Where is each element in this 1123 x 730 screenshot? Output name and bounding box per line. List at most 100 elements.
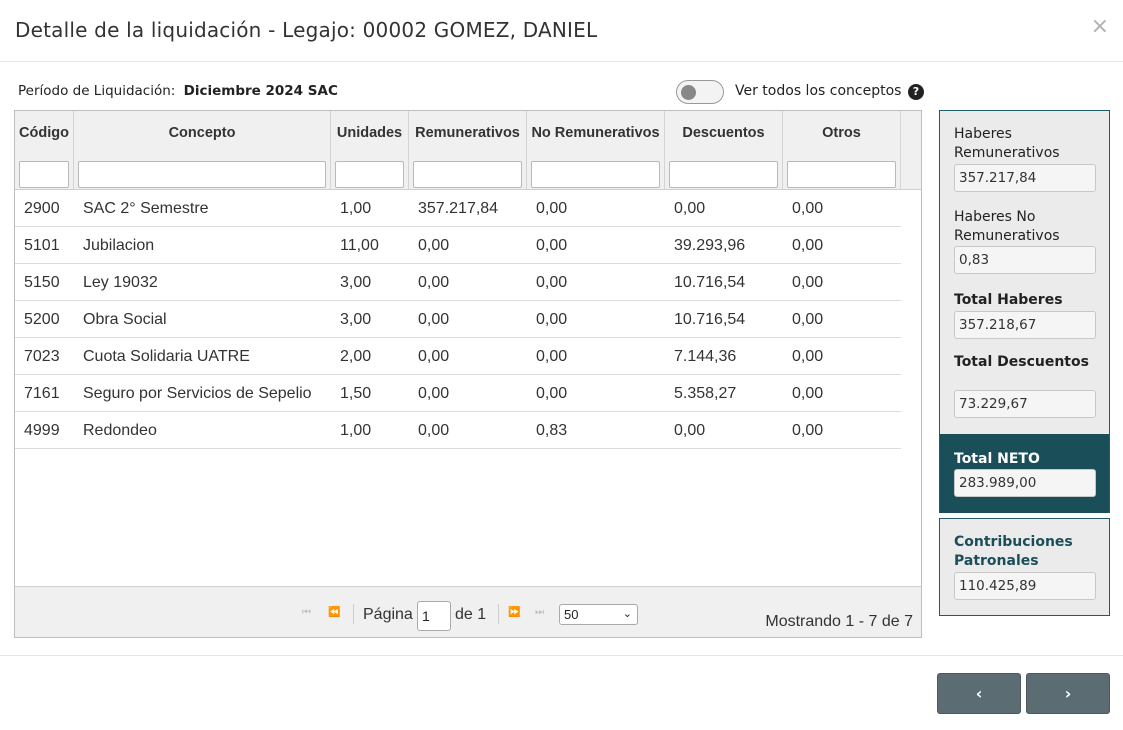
cell-no-remunerativos: 0,83 [536, 422, 568, 439]
filter-concepto-input[interactable] [78, 161, 326, 188]
cell-otros: 0,00 [792, 237, 824, 254]
cell-unidades: 3,00 [340, 311, 372, 328]
total-descuentos-field: 73.229,67 [954, 390, 1096, 418]
column-concepto[interactable]: Concepto [74, 111, 331, 190]
cell-unidades: 1,00 [340, 422, 372, 439]
cell-descuentos: 39.293,96 [674, 237, 746, 254]
table-row[interactable]: 5101 Jubilacion 11,00 0,00 0,00 39.293,9… [15, 227, 901, 264]
contribuciones-field: 110.425,89 [954, 572, 1096, 600]
totals-panel: Haberes Remunerativos 357.217,84 Haberes… [939, 110, 1110, 513]
cell-remunerativos: 0,00 [418, 274, 450, 291]
cell-codigo: 5200 [24, 311, 60, 328]
cell-unidades: 3,00 [340, 274, 372, 291]
next-page-icon[interactable]: ⏩ [508, 607, 520, 618]
cell-concepto: Cuota Solidaria UATRE [83, 348, 250, 365]
column-header-label: No Remunerativos [531, 125, 660, 141]
cell-otros: 0,00 [792, 311, 824, 328]
total-neto-block: Total NETO 283.989,00 [940, 434, 1109, 513]
filter-no-remunerativos-input[interactable] [531, 161, 660, 188]
column-header-label: Descuentos [682, 125, 765, 141]
table-row[interactable]: 5150 Ley 19032 3,00 0,00 0,00 10.716,54 … [15, 264, 901, 301]
cell-no-remunerativos: 0,00 [536, 200, 568, 217]
last-page-icon[interactable]: ⏭ [535, 607, 544, 618]
column-header-label: Código [19, 125, 69, 141]
page-size-value: 50 [564, 607, 579, 622]
chevron-left-icon: ‹ [975, 684, 983, 703]
column-no-remunerativos[interactable]: No Remunerativos [527, 111, 665, 190]
table-row[interactable]: 7023 Cuota Solidaria UATRE 2,00 0,00 0,0… [15, 338, 901, 375]
cell-no-remunerativos: 0,00 [536, 311, 568, 328]
cell-descuentos: 10.716,54 [674, 311, 746, 328]
page-size-select[interactable]: 50 ⌄ [559, 604, 638, 625]
column-unidades[interactable]: Unidades [331, 111, 409, 190]
remunerativos-field: 357.217,84 [954, 164, 1096, 192]
close-icon[interactable]: × [1091, 14, 1109, 39]
next-button[interactable]: › [1026, 673, 1110, 714]
first-page-icon[interactable]: ⏮ [302, 607, 311, 618]
cell-codigo: 5101 [24, 237, 60, 254]
pager-separator [353, 604, 354, 624]
cell-unidades: 1,50 [340, 385, 372, 402]
cell-descuentos: 0,00 [674, 422, 706, 439]
cell-no-remunerativos: 0,00 [536, 385, 568, 402]
column-codigo[interactable]: Código [15, 111, 74, 190]
no-remunerativos-field: 0,83 [954, 246, 1096, 274]
total-descuentos-label: Total Descuentos [954, 354, 1089, 370]
filter-codigo-input[interactable] [19, 161, 69, 188]
cell-remunerativos: 0,00 [418, 385, 450, 402]
table-row[interactable]: 2900 SAC 2° Semestre 1,00 357.217,84 0,0… [15, 190, 901, 227]
column-header-label: Unidades [336, 125, 403, 141]
column-otros[interactable]: Otros [783, 111, 901, 190]
cell-remunerativos: 357.217,84 [418, 200, 499, 217]
cell-concepto: Seguro por Servicios de Sepelio [83, 385, 312, 402]
cell-unidades: 2,00 [340, 348, 372, 365]
cell-descuentos: 0,00 [674, 200, 706, 217]
previous-button[interactable]: ‹ [937, 673, 1021, 714]
modal-title: Detalle de la liquidación - Legajo: 0000… [15, 18, 598, 42]
column-header-label: Remunerativos [415, 125, 520, 141]
table-row[interactable]: 5200 Obra Social 3,00 0,00 0,00 10.716,5… [15, 301, 901, 338]
cell-codigo: 2900 [24, 200, 60, 217]
filter-remunerativos-input[interactable] [413, 161, 522, 188]
records-info: Mostrando 1 - 7 de 7 [765, 613, 913, 630]
modal-header: Detalle de la liquidación - Legajo: 0000… [0, 0, 1123, 62]
cell-codigo: 5150 [24, 274, 60, 291]
cell-codigo: 7161 [24, 385, 60, 402]
page-number-input[interactable]: 1 [417, 601, 451, 631]
toggle-knob [681, 85, 696, 100]
show-all-concepts-toggle[interactable] [676, 80, 724, 104]
filter-otros-input[interactable] [787, 161, 896, 188]
column-remunerativos[interactable]: Remunerativos [409, 111, 527, 190]
contribuciones-label: Contribuciones Patronales [954, 534, 1073, 569]
total-neto-label: Total NETO [954, 451, 1040, 467]
cell-unidades: 1,00 [340, 200, 372, 217]
table-row[interactable]: 4999 Redondeo 1,00 0,00 0,83 0,00 0,00 [15, 412, 901, 449]
column-descuentos[interactable]: Descuentos [665, 111, 783, 190]
cell-codigo: 4999 [24, 422, 60, 439]
pager-separator [498, 604, 499, 624]
filter-unidades-input[interactable] [335, 161, 404, 188]
period-value: Diciembre 2024 SAC [183, 83, 338, 99]
period-row: Período de Liquidación: Diciembre 2024 S… [18, 83, 338, 99]
concepts-grid: Código Concepto Unidades Remunerativos N… [14, 110, 922, 638]
filter-descuentos-input[interactable] [669, 161, 778, 188]
prev-page-icon[interactable]: ⏪ [328, 607, 340, 618]
cell-otros: 0,00 [792, 200, 824, 217]
show-all-concepts-label: Ver todos los conceptos [735, 83, 902, 99]
table-row[interactable]: 7161 Seguro por Servicios de Sepelio 1,5… [15, 375, 901, 412]
no-remunerativos-label: Haberes No Remunerativos [954, 209, 1060, 244]
cell-no-remunerativos: 0,00 [536, 274, 568, 291]
cell-otros: 0,00 [792, 422, 824, 439]
cell-descuentos: 5.358,27 [674, 385, 737, 402]
cell-unidades: 11,00 [340, 237, 379, 254]
total-haberes-label: Total Haberes [954, 292, 1063, 308]
cell-concepto: SAC 2° Semestre [83, 200, 209, 217]
cell-remunerativos: 0,00 [418, 311, 450, 328]
grid-header: Código Concepto Unidades Remunerativos N… [15, 111, 921, 190]
help-icon[interactable]: ? [908, 84, 924, 100]
cell-no-remunerativos: 0,00 [536, 237, 568, 254]
page-label: Página [363, 606, 413, 623]
period-label: Período de Liquidación: [18, 83, 176, 99]
chevron-down-icon: ⌄ [622, 608, 632, 620]
cell-concepto: Ley 19032 [83, 274, 158, 291]
